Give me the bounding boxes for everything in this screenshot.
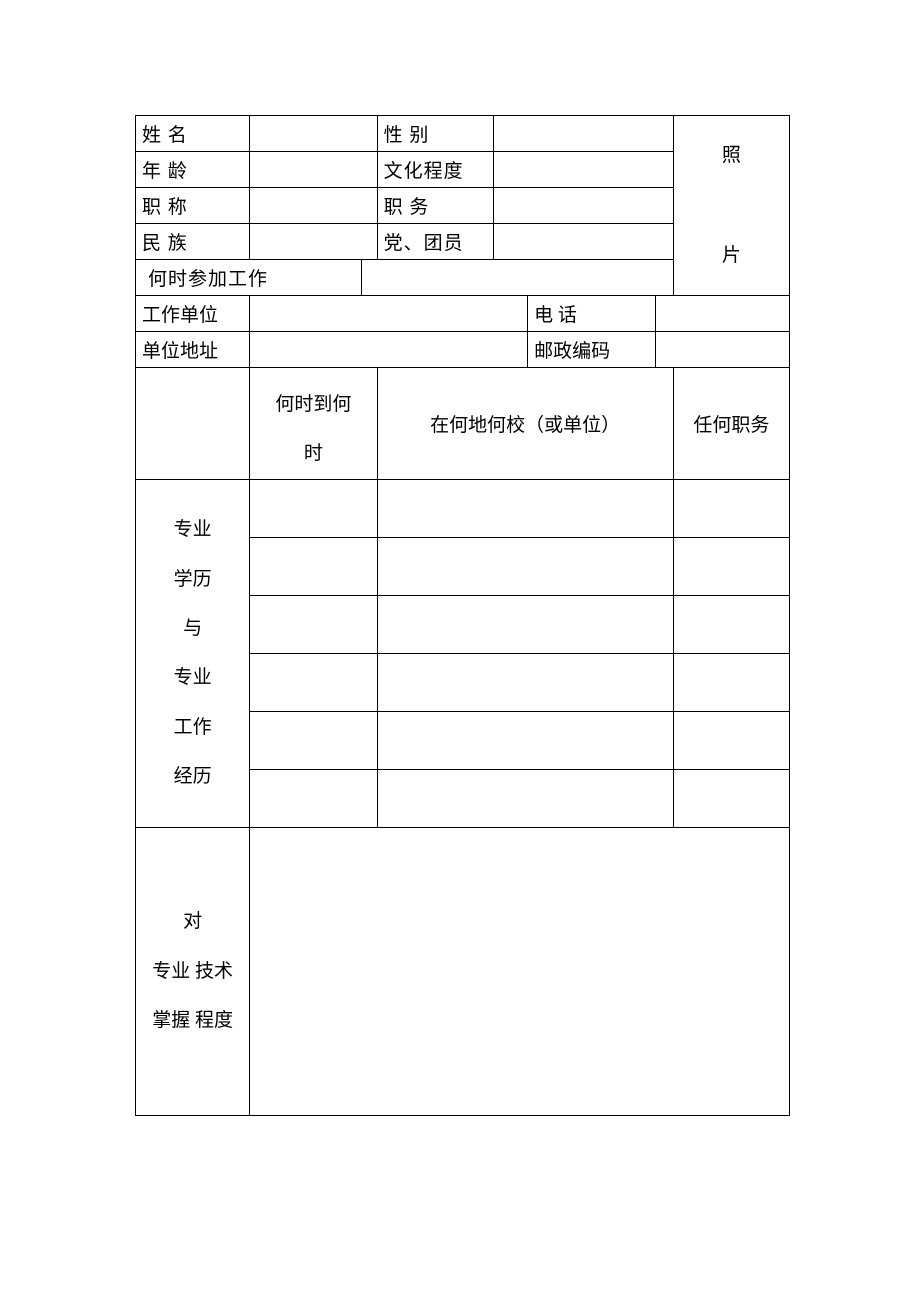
photo-char-1: 照 — [674, 131, 789, 180]
history-r4-where — [377, 653, 673, 711]
mastery-l1: 对 — [136, 897, 249, 946]
value-party — [493, 224, 673, 260]
photo-cell: 照 片 — [673, 116, 789, 296]
value-work-start — [362, 260, 673, 296]
history-r3-where — [377, 595, 673, 653]
value-name — [250, 116, 377, 152]
history-h2: 学历 — [136, 555, 249, 604]
history-h4: 专业 — [136, 653, 249, 702]
value-postcode — [655, 332, 789, 368]
history-r6-position — [673, 769, 789, 827]
mastery-l2: 专业 技术 — [136, 947, 249, 996]
history-h3: 与 — [136, 604, 249, 653]
value-education — [493, 152, 673, 188]
value-gender — [493, 116, 673, 152]
history-side-label: 专业 学历 与 专业 工作 经历 — [136, 479, 250, 827]
history-r6-where — [377, 769, 673, 827]
label-work-start: 何时参加工作 — [136, 260, 362, 296]
label-unit-address: 单位地址 — [136, 332, 250, 368]
label-work-unit: 工作单位 — [136, 296, 250, 332]
value-ethnicity — [250, 224, 377, 260]
personnel-form-table: 姓 名 性 别 照 片 年 龄 文化程度 职 称 职 务 民 族 — [135, 115, 790, 1116]
label-ethnicity: 民 族 — [136, 224, 250, 260]
label-title: 职 称 — [136, 188, 250, 224]
history-r3-position — [673, 595, 789, 653]
label-name: 姓 名 — [136, 116, 250, 152]
label-phone: 电 话 — [528, 296, 655, 332]
header-where: 在何地何校（或单位） — [377, 368, 673, 480]
label-age: 年 龄 — [136, 152, 250, 188]
label-party: 党、团员 — [377, 224, 493, 260]
history-r2-where — [377, 537, 673, 595]
header-period-line2: 时 — [250, 429, 376, 478]
mastery-value — [250, 827, 790, 1115]
history-r1-period — [250, 479, 377, 537]
history-blank-header — [136, 368, 250, 480]
history-r5-where — [377, 711, 673, 769]
label-education: 文化程度 — [377, 152, 493, 188]
value-age — [250, 152, 377, 188]
label-postcode: 邮政编码 — [528, 332, 655, 368]
label-gender: 性 别 — [377, 116, 493, 152]
history-r1-position — [673, 479, 789, 537]
value-work-unit — [250, 296, 528, 332]
history-r3-period — [250, 595, 377, 653]
history-h6: 经历 — [136, 752, 249, 801]
history-r2-period — [250, 537, 377, 595]
header-held-position: 任何职务 — [673, 368, 789, 480]
value-title — [250, 188, 377, 224]
history-r5-period — [250, 711, 377, 769]
history-r4-position — [673, 653, 789, 711]
label-position: 职 务 — [377, 188, 493, 224]
mastery-label: 对 专业 技术 掌握 程度 — [136, 827, 250, 1115]
header-period: 何时到何 时 — [250, 368, 377, 480]
mastery-l3: 掌握 程度 — [136, 996, 249, 1045]
history-r2-position — [673, 537, 789, 595]
value-position — [493, 188, 673, 224]
header-period-line1: 何时到何 — [250, 380, 376, 429]
value-unit-address — [250, 332, 528, 368]
history-r6-period — [250, 769, 377, 827]
photo-char-2: 片 — [674, 231, 789, 280]
history-h1: 专业 — [136, 505, 249, 554]
history-h5: 工作 — [136, 703, 249, 752]
history-r4-period — [250, 653, 377, 711]
history-r5-position — [673, 711, 789, 769]
value-phone — [655, 296, 789, 332]
history-r1-where — [377, 479, 673, 537]
